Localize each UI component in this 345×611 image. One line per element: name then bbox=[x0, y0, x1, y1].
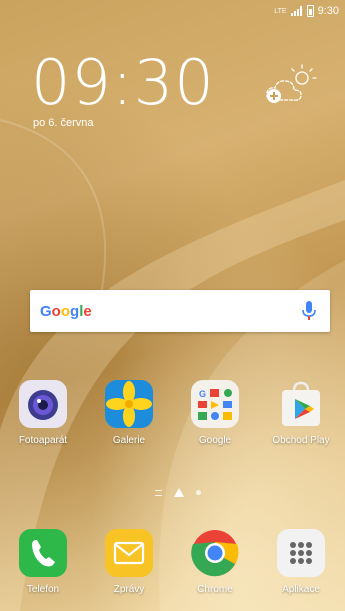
home-apps-row: Fotoaparát Galerie G Google Obchod Play bbox=[0, 379, 345, 446]
app-label: Galerie bbox=[112, 435, 146, 446]
mic-icon[interactable] bbox=[300, 300, 318, 322]
page-indicator-briefing bbox=[155, 489, 162, 496]
weather-add-icon[interactable] bbox=[262, 60, 322, 106]
app-google-folder[interactable]: G Google bbox=[172, 379, 258, 446]
clock-time[interactable]: 09:30 bbox=[31, 52, 215, 114]
messages-icon bbox=[105, 529, 153, 577]
signal-icon bbox=[290, 6, 303, 16]
app-aplikace[interactable]: Aplikace bbox=[258, 528, 344, 595]
app-fotoaparat[interactable]: Fotoaparát bbox=[0, 379, 86, 446]
app-obchod-play[interactable]: Obchod Play bbox=[258, 379, 344, 446]
app-label: Chrome bbox=[197, 584, 233, 595]
app-galerie[interactable]: Galerie bbox=[86, 379, 172, 446]
home-screen: LTE 9:30 09:30 po 6. června Google Fotoa… bbox=[0, 0, 345, 611]
gallery-icon bbox=[105, 380, 153, 428]
app-label: Telefon bbox=[26, 584, 60, 595]
page-indicator-dot bbox=[196, 490, 201, 495]
app-label: Zprávy bbox=[113, 584, 145, 595]
battery-icon bbox=[306, 5, 314, 17]
app-chrome[interactable]: Chrome bbox=[172, 528, 258, 595]
google-search-bar[interactable]: Google bbox=[30, 290, 330, 332]
svg-text:G: G bbox=[199, 389, 206, 399]
clock-date: po 6. června bbox=[33, 117, 94, 129]
dock: Telefon Zprávy Chrome Aplikace bbox=[0, 528, 345, 595]
app-label: Google bbox=[198, 435, 232, 446]
page-indicator-home bbox=[174, 488, 184, 497]
app-zpravy[interactable]: Zprávy bbox=[86, 528, 172, 595]
status-time: 9:30 bbox=[317, 5, 339, 17]
app-label: Fotoaparát bbox=[18, 435, 68, 446]
google-logo: Google bbox=[40, 302, 92, 320]
app-label: Aplikace bbox=[282, 584, 320, 595]
phone-icon bbox=[19, 529, 67, 577]
apps-grid-icon bbox=[277, 529, 325, 577]
chrome-icon bbox=[191, 530, 239, 577]
status-bar: LTE 9:30 bbox=[0, 0, 345, 22]
app-label: Obchod Play bbox=[272, 435, 330, 446]
page-indicator[interactable] bbox=[155, 488, 201, 497]
play-store-icon bbox=[282, 381, 320, 426]
google-folder-icon: G bbox=[191, 380, 239, 428]
app-telefon[interactable]: Telefon bbox=[0, 528, 86, 595]
network-type: LTE bbox=[274, 7, 287, 15]
camera-icon bbox=[19, 380, 67, 428]
